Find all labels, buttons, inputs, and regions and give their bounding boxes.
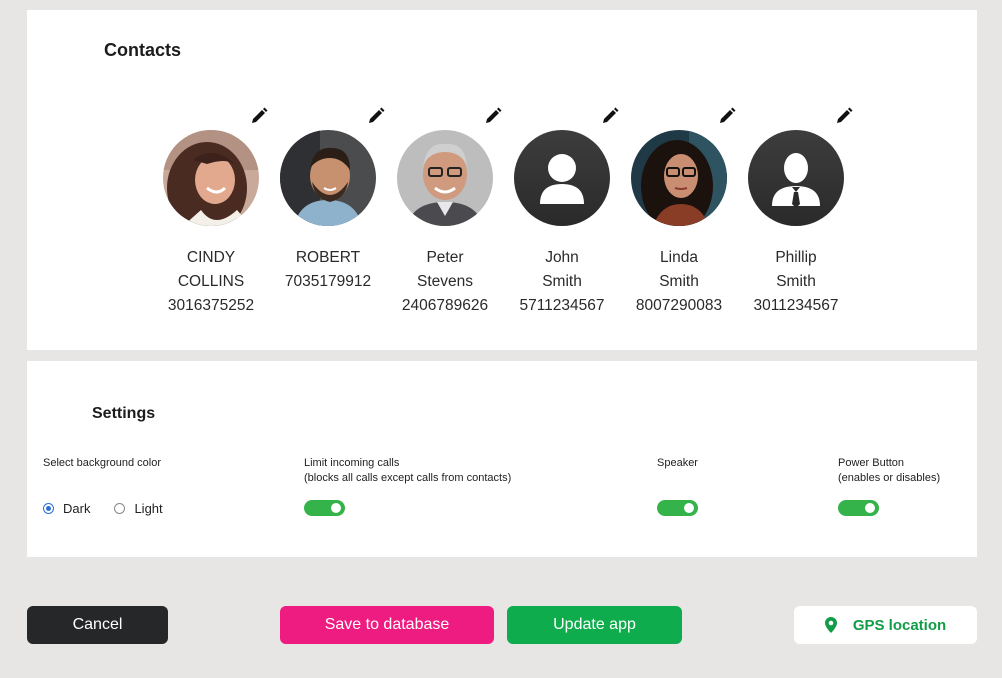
radio-light[interactable]: Light: [114, 501, 163, 516]
radio-dark[interactable]: Dark: [43, 501, 90, 516]
power-button-toggle[interactable]: [838, 500, 879, 516]
toggle-knob: [684, 503, 694, 513]
top-strip: [0, 0, 1002, 10]
background-color-label-text: Select background color: [43, 457, 162, 469]
edit-contact-button[interactable]: [716, 105, 738, 127]
contact-card[interactable]: Peter Stevens 2406789626: [386, 105, 504, 325]
pencil-icon: [369, 107, 385, 123]
gps-location-button[interactable]: GPS location: [794, 606, 977, 644]
avatar: [631, 130, 727, 226]
edit-contact-button[interactable]: [833, 105, 855, 127]
contact-card[interactable]: CINDY COLLINS 3016375252: [152, 105, 270, 325]
limit-calls-label: Limit incoming calls (blocks all calls e…: [304, 456, 511, 486]
contact-phone: 3016375252: [167, 297, 255, 314]
contact-card[interactable]: ROBERT 7035179912: [269, 105, 387, 325]
power-button-sublabel: (enables or disables): [838, 472, 941, 484]
map-pin-icon: [824, 617, 837, 633]
edit-contact-button[interactable]: [365, 105, 387, 127]
avatar: [514, 130, 610, 226]
contact-last-name: Smith: [776, 273, 816, 290]
contact-phone: 3011234567: [753, 297, 839, 314]
limit-calls-label-text: Limit incoming calls: [304, 457, 400, 469]
save-button-label: Save to database: [324, 616, 450, 633]
radio-light-label: Light: [134, 501, 163, 516]
avatar: [163, 130, 259, 226]
edit-contact-button[interactable]: [599, 105, 621, 127]
pencil-icon: [252, 107, 268, 123]
pencil-icon: [837, 107, 853, 123]
contact-card[interactable]: Phillip Smith 3011234567: [737, 105, 855, 325]
pencil-icon: [603, 107, 619, 123]
radio-dark-label: Dark: [63, 501, 91, 516]
update-button-label: Update app: [553, 616, 636, 633]
contact-info: Phillip Smith 3011234567: [727, 246, 865, 318]
edit-contact-button[interactable]: [482, 105, 504, 127]
edit-contact-button[interactable]: [248, 105, 270, 127]
power-button-label-text: Power Button: [838, 457, 905, 469]
background-color-radio-group: Dark Light: [43, 501, 187, 516]
cancel-button[interactable]: Cancel: [27, 606, 168, 644]
update-app-button[interactable]: Update app: [507, 606, 682, 644]
avatar: [280, 130, 376, 226]
settings-title: Settings: [92, 405, 156, 422]
contact-card[interactable]: John Smith 5711234567: [503, 105, 621, 325]
save-to-database-button[interactable]: Save to database: [280, 606, 494, 644]
speaker-toggle[interactable]: [657, 500, 698, 516]
pencil-icon: [486, 107, 502, 123]
gps-button-label: GPS location: [852, 616, 947, 634]
cancel-button-label: Cancel: [72, 616, 123, 633]
settings-panel: Settings Select background color Dark Li…: [27, 361, 977, 557]
limit-calls-sublabel: (blocks all calls except calls from cont…: [304, 472, 512, 484]
pencil-icon: [720, 107, 736, 123]
background-color-label: Select background color: [43, 456, 161, 471]
limit-calls-toggle[interactable]: [304, 500, 345, 516]
speaker-label: Speaker: [657, 456, 698, 471]
avatar: [748, 130, 844, 226]
toggle-knob: [865, 503, 875, 513]
power-button-label: Power Button (enables or disables): [838, 456, 940, 486]
contact-card[interactable]: Linda Smith 8007290083: [620, 105, 738, 325]
avatar: [397, 130, 493, 226]
radio-dark-button[interactable]: [43, 503, 54, 514]
toggle-knob: [331, 503, 341, 513]
speaker-label-text: Speaker: [657, 457, 698, 469]
radio-light-button[interactable]: [114, 503, 126, 514]
contacts-panel: Contacts CINDY COLLINS 3016375252 ROBERT…: [27, 10, 977, 350]
contact-first-name: Phillip: [775, 249, 817, 266]
contacts-title: Contacts: [104, 40, 182, 60]
